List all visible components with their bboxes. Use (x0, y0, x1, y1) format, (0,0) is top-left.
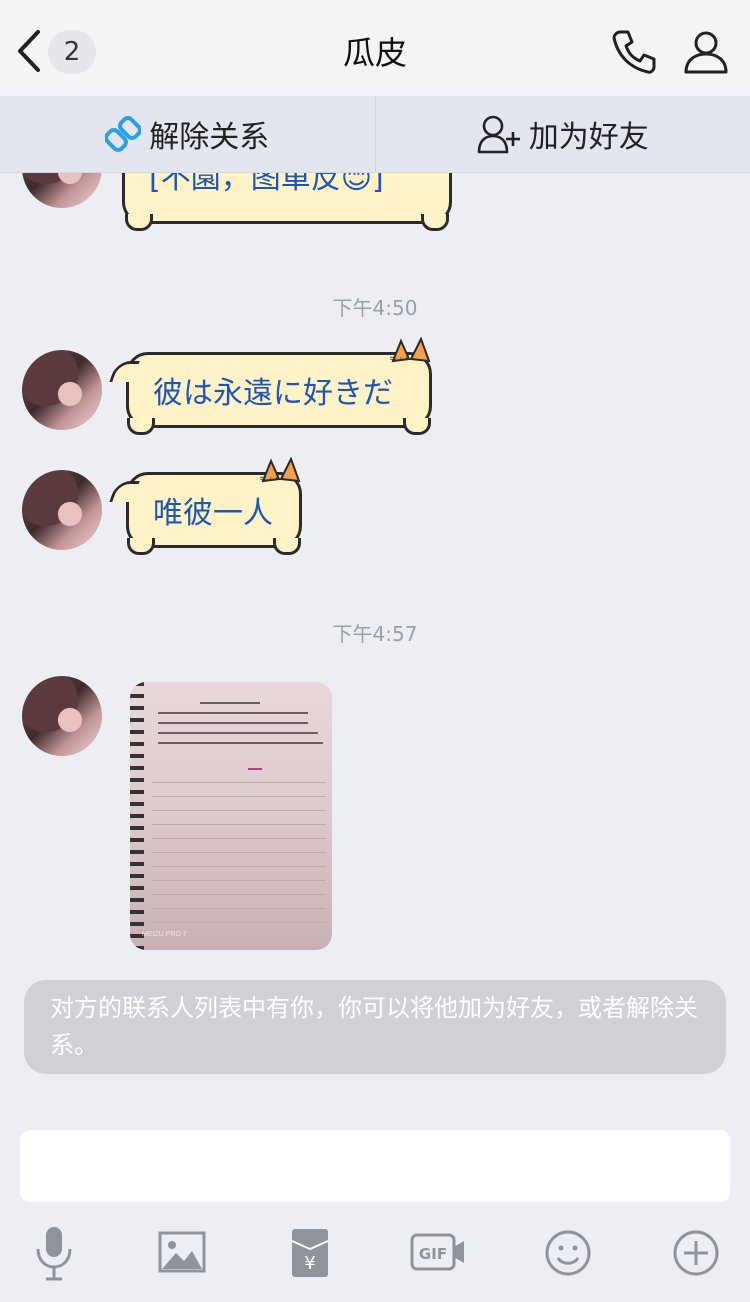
gif-icon[interactable]: GIF (408, 1225, 468, 1281)
image-icon[interactable] (152, 1225, 212, 1281)
message-input[interactable] (20, 1130, 730, 1202)
avatar[interactable] (22, 350, 102, 430)
add-person-icon (477, 115, 520, 154)
avatar[interactable] (22, 676, 102, 756)
cat-ears-icon: = · · (259, 457, 301, 483)
system-notice: 对方的联系人列表中有你，你可以将他加为好友，或者解除关系。 (24, 980, 726, 1074)
svg-text:= · ·: = · · (259, 474, 278, 483)
svg-text:¥: ¥ (304, 1253, 315, 1274)
plus-icon[interactable] (666, 1225, 726, 1281)
timestamp: 下午4:57 (332, 622, 418, 646)
camera-watermark: MEIZU PRO 7 (142, 931, 187, 938)
svg-text:= · ·: = · · (389, 354, 408, 363)
red-packet-icon[interactable]: ¥ (280, 1225, 340, 1281)
message-text: 唯彼一人 (153, 496, 273, 531)
message-bubble[interactable]: 彼は永遠に好きだ = · · (109, 337, 432, 435)
link-broken-icon (105, 116, 142, 152)
message-text: 彼は永遠に好きだ (153, 376, 393, 411)
add-friend-button[interactable]: 加为好友 (374, 96, 750, 172)
microphone-icon[interactable] (24, 1225, 84, 1281)
relationship-action-bar: 解除关系 加为好友 (0, 96, 750, 173)
phone-icon[interactable] (608, 26, 660, 78)
timestamp: 下午4:50 (332, 296, 418, 320)
input-toolbar: ¥ GIF (0, 1215, 750, 1295)
message-bubble[interactable]: 唯彼一人 = · · (109, 457, 302, 555)
add-friend-label: 加为好友 (528, 120, 649, 155)
avatar[interactable] (22, 470, 102, 550)
unbind-button[interactable]: 解除关系 (0, 96, 375, 172)
chat-header: 2 瓜皮 (0, 0, 750, 97)
unbind-label: 解除关系 (149, 120, 270, 155)
notebook-photo-message[interactable]: MEIZU PRO 7 (130, 682, 332, 950)
person-icon[interactable] (680, 26, 732, 78)
emoji-icon[interactable] (538, 1225, 598, 1281)
cat-ears-icon: = · · (389, 337, 431, 363)
svg-text:GIF: GIF (419, 1245, 447, 1263)
